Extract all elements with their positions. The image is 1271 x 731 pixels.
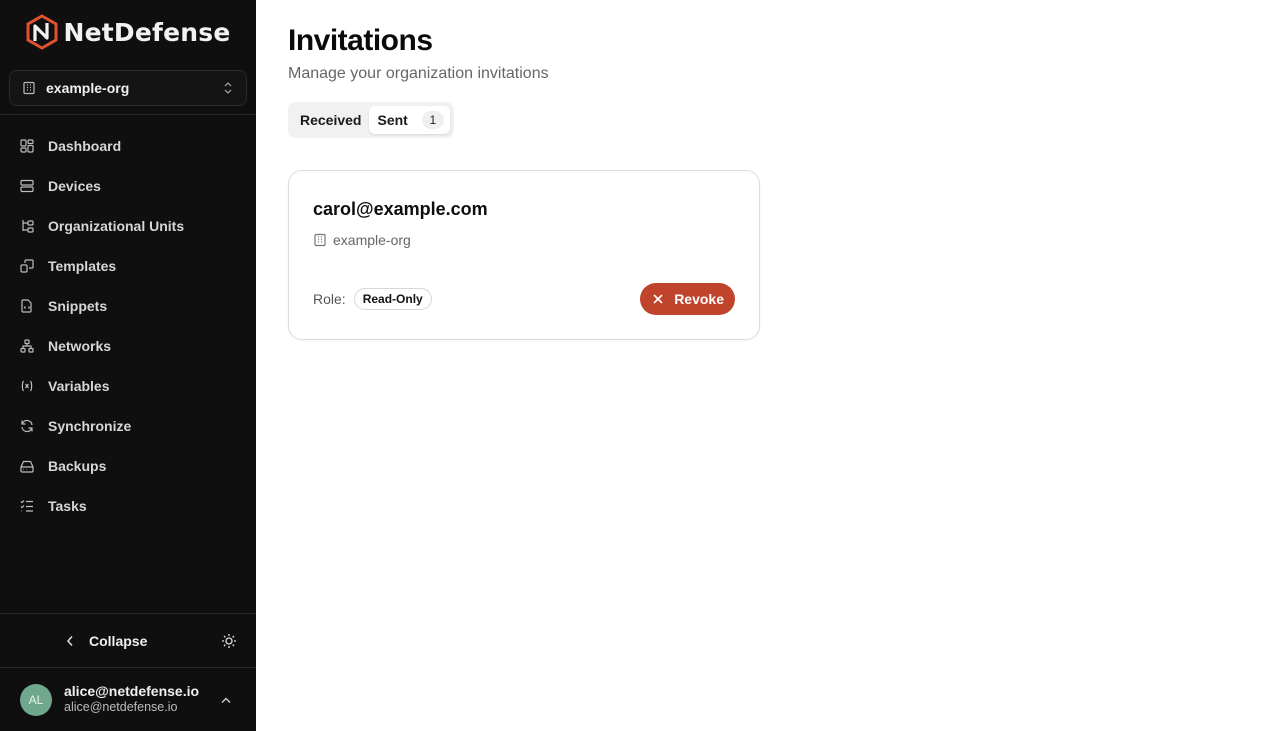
sun-icon[interactable]	[221, 633, 237, 649]
revoke-button[interactable]: Revoke	[640, 283, 735, 315]
sidebar-item-label: Templates	[48, 258, 117, 274]
avatar: AL	[20, 683, 52, 716]
invitation-org-name: example-org	[333, 232, 411, 248]
sidebar-item-synchronize[interactable]: Synchronize	[0, 406, 256, 446]
sidebar-item-snippets[interactable]: Snippets	[0, 286, 256, 326]
sidebar-item-variables[interactable]: Variables	[0, 366, 256, 406]
sidebar: NetDefense example-org Dashboard Devices	[0, 0, 256, 731]
variable-icon	[20, 379, 34, 393]
user-menu[interactable]: AL alice@netdefense.io alice@netdefense.…	[0, 667, 256, 731]
sidebar-item-templates[interactable]: Templates	[0, 246, 256, 286]
building-icon	[313, 233, 327, 247]
sidebar-item-label: Dashboard	[48, 138, 122, 154]
main-content: Invitations Manage your organization inv…	[256, 0, 1271, 731]
role-label: Role:	[313, 291, 346, 307]
user-info: alice@netdefense.io alice@netdefense.io	[64, 683, 199, 716]
tab-sent[interactable]: Sent 1	[369, 106, 450, 134]
hard-drive-icon	[20, 459, 34, 473]
invitation-tabs: Received Sent 1	[288, 102, 454, 138]
dashboard-icon	[20, 139, 34, 153]
tab-label: Sent	[377, 112, 408, 128]
page-subtitle: Manage your organization invitations	[288, 65, 549, 82]
page-title: Invitations	[288, 24, 433, 57]
revoke-label: Revoke	[674, 291, 724, 307]
sidebar-item-label: Organizational Units	[48, 218, 185, 234]
org-selector-value: example-org	[46, 80, 130, 96]
collapse-row: Collapse	[0, 613, 256, 667]
chevron-left-icon	[65, 635, 75, 647]
app-root: NetDefense example-org Dashboard Devices	[0, 0, 1271, 731]
sidebar-nav: Dashboard Devices Organizational Units T…	[0, 115, 256, 526]
sidebar-item-backups[interactable]: Backups	[0, 446, 256, 486]
collapse-label: Collapse	[89, 632, 148, 649]
user-email: alice@netdefense.io	[64, 700, 178, 715]
tab-label: Received	[300, 112, 362, 128]
refresh-icon	[20, 419, 34, 433]
org-selector[interactable]: example-org	[9, 70, 247, 106]
sidebar-item-organizational-units[interactable]: Organizational Units	[0, 206, 256, 246]
user-name: alice@netdefense.io	[64, 682, 200, 699]
file-code-icon	[20, 299, 34, 313]
tab-received[interactable]: Received	[292, 106, 369, 134]
sidebar-item-label: Snippets	[48, 298, 108, 314]
network-icon	[20, 339, 34, 353]
logo[interactable]: NetDefense	[0, 0, 256, 62]
invitation-footer: Role: Read-Only Revoke	[313, 283, 735, 315]
templates-icon	[20, 259, 34, 273]
sidebar-item-networks[interactable]: Networks	[0, 326, 256, 366]
close-icon	[652, 293, 664, 305]
list-checks-icon	[20, 499, 34, 513]
sidebar-item-devices[interactable]: Devices	[0, 166, 256, 206]
chevrons-up-down-icon	[222, 81, 234, 95]
invitation-card: carol@example.com example-org Role: Read…	[288, 170, 760, 340]
netdefense-logo-icon	[25, 14, 59, 50]
role-badge: Read-Only	[353, 288, 432, 310]
sidebar-footer: Collapse AL alice@netdefense.io alice@ne…	[0, 613, 256, 731]
sidebar-item-label: Synchronize	[48, 418, 132, 434]
sidebar-item-label: Networks	[48, 338, 112, 354]
sidebar-item-label: Devices	[48, 178, 101, 194]
tab-count-badge: 1	[421, 111, 444, 129]
tree-icon	[20, 219, 34, 233]
chevron-up-icon	[220, 696, 232, 704]
sidebar-item-label: Variables	[48, 378, 110, 394]
sidebar-item-tasks[interactable]: Tasks	[0, 486, 256, 526]
server-icon	[20, 179, 34, 193]
sidebar-item-dashboard[interactable]: Dashboard	[0, 126, 256, 166]
brand-name: NetDefense	[63, 17, 231, 47]
sidebar-item-label: Tasks	[48, 498, 87, 514]
collapse-button[interactable]: Collapse	[65, 633, 147, 649]
building-icon	[22, 81, 36, 95]
sidebar-item-label: Backups	[48, 458, 107, 474]
invitation-org: example-org	[313, 232, 735, 248]
invitee-email: carol@example.com	[313, 199, 488, 219]
